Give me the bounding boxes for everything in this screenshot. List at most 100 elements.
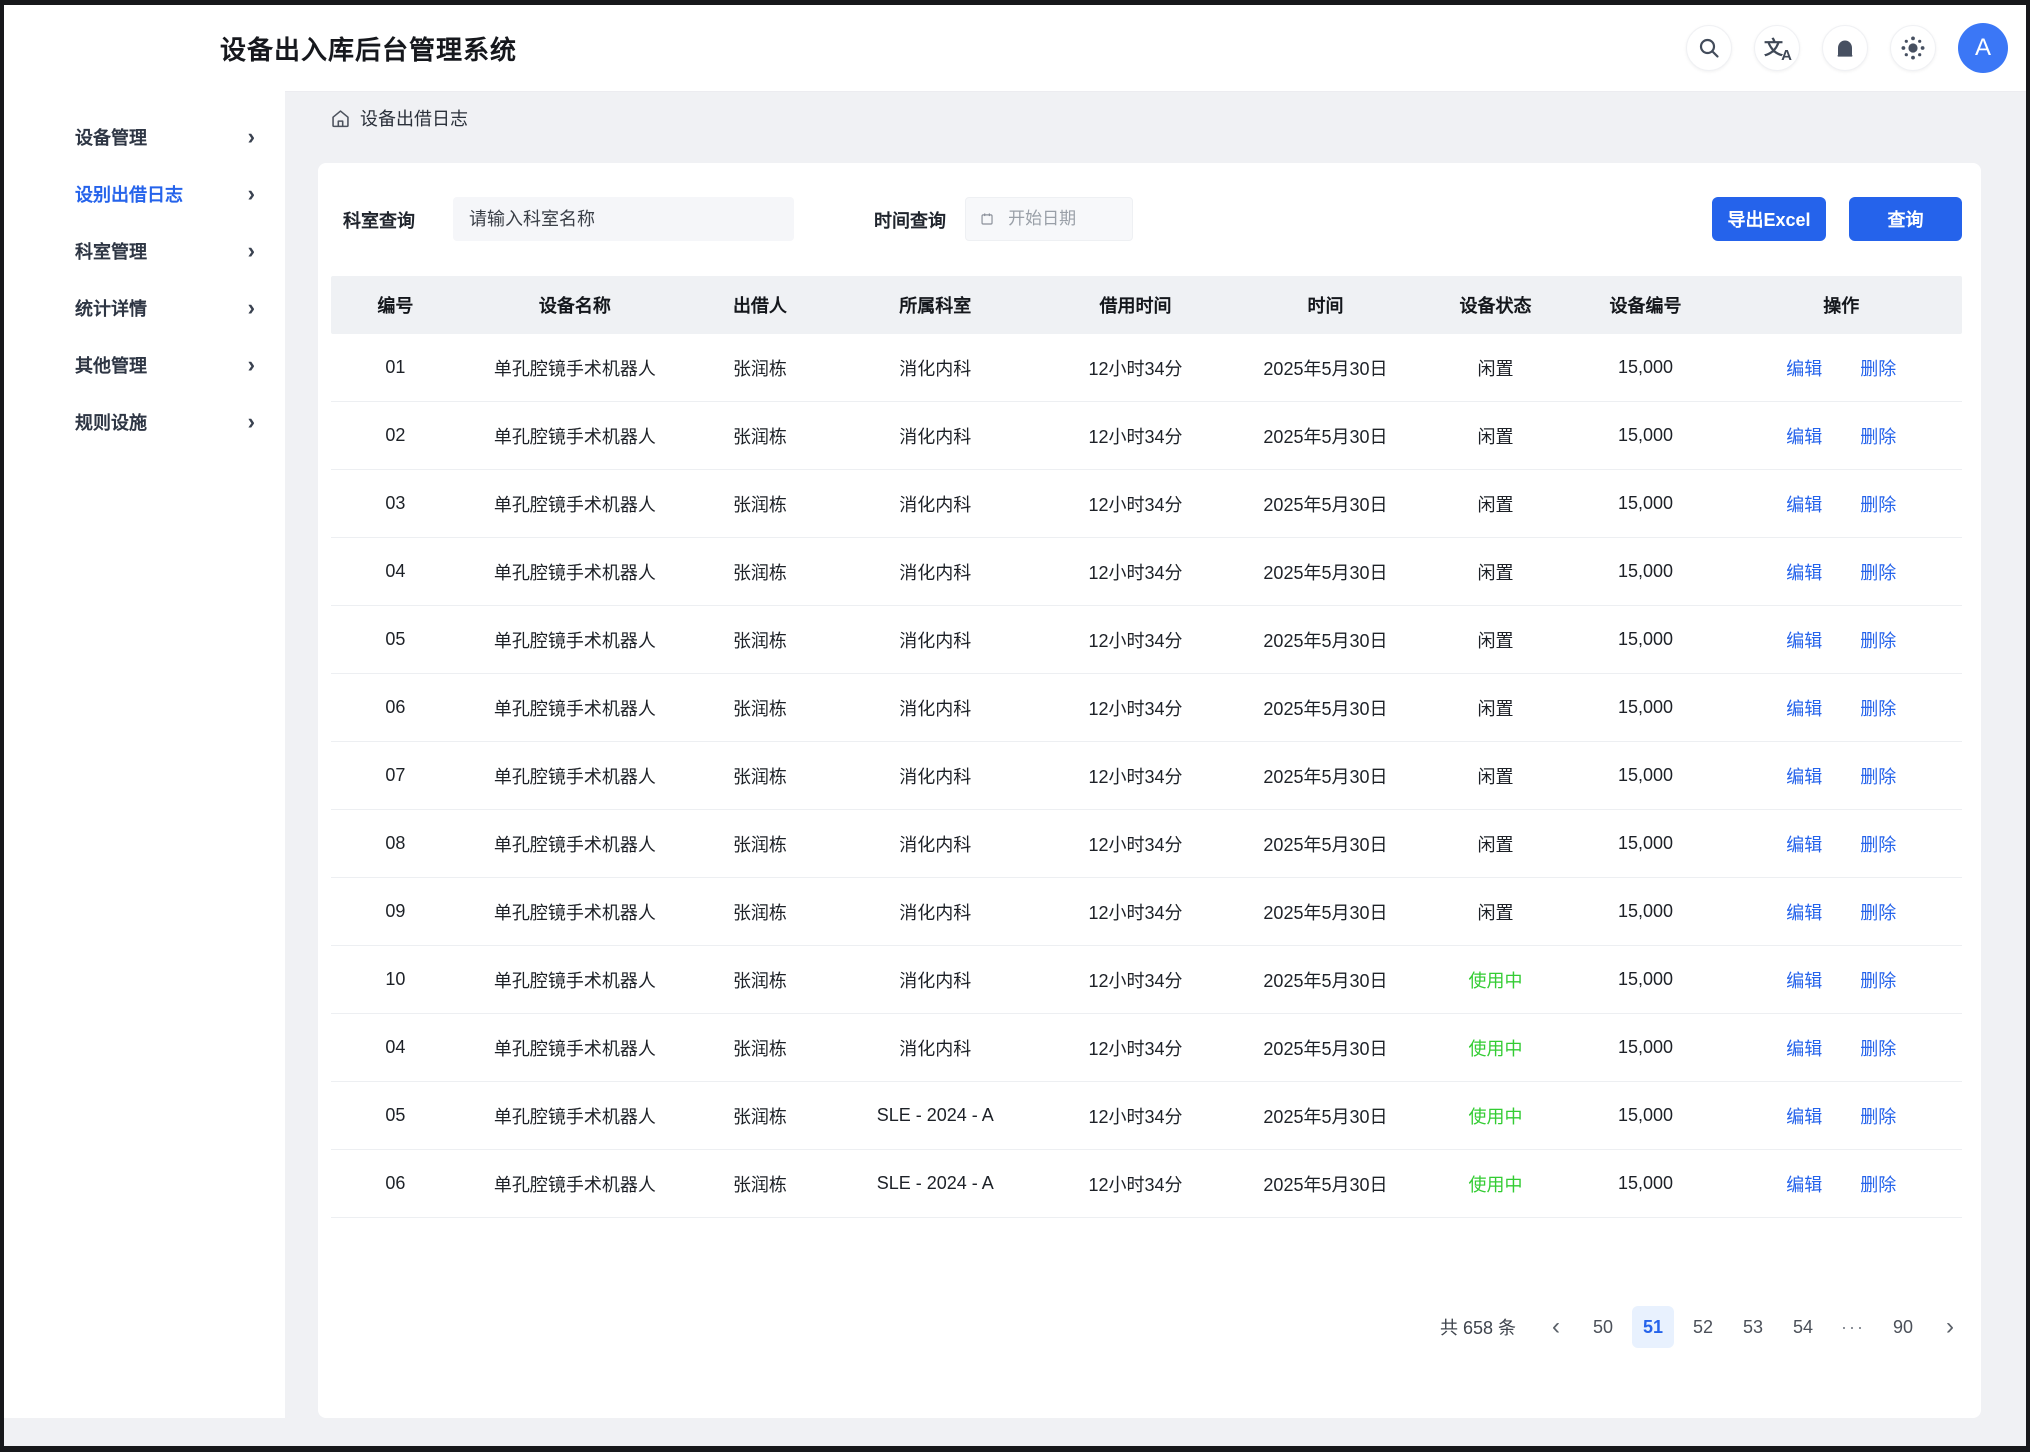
page-number[interactable]: 50 <box>1582 1306 1624 1348</box>
table-row: 04单孔腔镜手术机器人张润栋消化内科12小时34分2025年5月30日闲置15,… <box>331 538 1962 606</box>
cell-borrower: 张润栋 <box>690 878 830 945</box>
sidebar-nav: 设备管理设别出借日志科室管理统计详情其他管理规则设施 <box>4 91 285 450</box>
device-log-table: 编号设备名称出借人所属科室借用时间时间设备状态设备编号操作 01单孔腔镜手术机器… <box>331 276 1962 1218</box>
theme-icon[interactable] <box>1890 25 1936 71</box>
cell-dept: 消化内科 <box>830 810 1040 877</box>
edit-link[interactable]: 编辑 <box>1786 899 1822 925</box>
cell-duration: 12小时34分 <box>1040 878 1230 945</box>
delete-link[interactable]: 删除 <box>1860 763 1896 789</box>
edit-link[interactable]: 编辑 <box>1786 491 1822 517</box>
prev-page-icon[interactable]: ‹ <box>1538 1307 1574 1347</box>
export-excel-button[interactable]: 导出Excel <box>1712 197 1826 241</box>
cell-name: 单孔腔镜手术机器人 <box>460 742 690 809</box>
cell-status: 闲置 <box>1420 538 1570 605</box>
delete-link[interactable]: 删除 <box>1860 559 1896 585</box>
page-number[interactable]: 52 <box>1682 1306 1724 1348</box>
delete-link[interactable]: 删除 <box>1860 491 1896 517</box>
cell-actions: 编辑 删除 <box>1721 946 1962 1013</box>
cell-name: 单孔腔镜手术机器人 <box>460 810 690 877</box>
delete-link[interactable]: 删除 <box>1860 1103 1896 1129</box>
delete-link[interactable]: 删除 <box>1860 831 1896 857</box>
breadcrumb-label[interactable]: 设备出借日志 <box>360 105 468 131</box>
cell-date: 2025年5月30日 <box>1230 334 1420 401</box>
sidebar-item-4[interactable]: 统计详情 <box>4 279 285 336</box>
cell-date: 2025年5月30日 <box>1230 674 1420 741</box>
edit-link[interactable]: 编辑 <box>1786 967 1822 993</box>
cell-no: 05 <box>331 1082 460 1149</box>
column-header: 设备状态 <box>1420 276 1570 334</box>
notification-icon[interactable] <box>1822 25 1868 71</box>
cell-status: 使用中 <box>1420 1014 1570 1081</box>
query-button[interactable]: 查询 <box>1849 197 1962 241</box>
cell-dept: 消化内科 <box>830 470 1040 537</box>
sidebar-item-2[interactable]: 设别出借日志 <box>4 165 285 222</box>
cell-borrower: 张润栋 <box>690 538 830 605</box>
date-picker[interactable] <box>965 197 1133 241</box>
cell-dept: 消化内科 <box>830 402 1040 469</box>
edit-link[interactable]: 编辑 <box>1786 559 1822 585</box>
edit-link[interactable]: 编辑 <box>1786 763 1822 789</box>
next-page-icon[interactable]: › <box>1932 1307 1968 1347</box>
search-icon[interactable] <box>1686 25 1732 71</box>
cell-code: 15,000 <box>1571 402 1721 469</box>
edit-link[interactable]: 编辑 <box>1786 1171 1822 1197</box>
cell-date: 2025年5月30日 <box>1230 742 1420 809</box>
edit-link[interactable]: 编辑 <box>1786 695 1822 721</box>
edit-link[interactable]: 编辑 <box>1786 627 1822 653</box>
sidebar-item-5[interactable]: 其他管理 <box>4 336 285 393</box>
delete-link[interactable]: 删除 <box>1860 1035 1896 1061</box>
dept-search-input[interactable] <box>453 197 794 241</box>
delete-link[interactable]: 删除 <box>1860 967 1896 993</box>
table-row: 01单孔腔镜手术机器人张润栋消化内科12小时34分2025年5月30日闲置15,… <box>331 334 1962 402</box>
sidebar-item-1[interactable]: 设备管理 <box>4 108 285 165</box>
page-number[interactable]: 53 <box>1732 1306 1774 1348</box>
edit-link[interactable]: 编辑 <box>1786 1035 1822 1061</box>
sidebar-item-3[interactable]: 科室管理 <box>4 222 285 279</box>
column-header: 所属科室 <box>830 276 1040 334</box>
cell-duration: 12小时34分 <box>1040 1082 1230 1149</box>
delete-link[interactable]: 删除 <box>1860 355 1896 381</box>
cell-code: 15,000 <box>1571 674 1721 741</box>
cell-date: 2025年5月30日 <box>1230 538 1420 605</box>
cell-name: 单孔腔镜手术机器人 <box>460 1014 690 1081</box>
cell-date: 2025年5月30日 <box>1230 1082 1420 1149</box>
cell-name: 单孔腔镜手术机器人 <box>460 878 690 945</box>
start-date-input[interactable] <box>1006 208 1118 230</box>
page-number[interactable]: 54 <box>1782 1306 1824 1348</box>
page-number[interactable]: 90 <box>1882 1306 1924 1348</box>
app-header: 设备出入库后台管理系统 文 A <box>4 5 2026 92</box>
delete-link[interactable]: 删除 <box>1860 695 1896 721</box>
edit-link[interactable]: 编辑 <box>1786 1103 1822 1129</box>
cell-status: 闲置 <box>1420 470 1570 537</box>
translate-glyph-main: 文 <box>1764 33 1783 60</box>
avatar[interactable]: A <box>1958 23 2008 73</box>
cell-actions: 编辑 删除 <box>1721 470 1962 537</box>
cell-code: 15,000 <box>1571 1014 1721 1081</box>
sidebar: 设备管理设别出借日志科室管理统计详情其他管理规则设施 <box>4 91 285 1418</box>
cell-date: 2025年5月30日 <box>1230 470 1420 537</box>
header-icons: 文 A A <box>1686 5 2008 91</box>
cell-no: 06 <box>331 674 460 741</box>
cell-name: 单孔腔镜手术机器人 <box>460 538 690 605</box>
cell-dept: 消化内科 <box>830 742 1040 809</box>
cell-status: 闲置 <box>1420 402 1570 469</box>
delete-link[interactable]: 删除 <box>1860 899 1896 925</box>
edit-link[interactable]: 编辑 <box>1786 831 1822 857</box>
cell-code: 15,000 <box>1571 878 1721 945</box>
translate-icon[interactable]: 文 A <box>1754 25 1800 71</box>
cell-no: 03 <box>331 470 460 537</box>
table-row: 07单孔腔镜手术机器人张润栋消化内科12小时34分2025年5月30日闲置15,… <box>331 742 1962 810</box>
cell-actions: 编辑 删除 <box>1721 1150 1962 1217</box>
page-number[interactable]: 51 <box>1632 1306 1674 1348</box>
edit-link[interactable]: 编辑 <box>1786 423 1822 449</box>
cell-no: 10 <box>331 946 460 1013</box>
delete-link[interactable]: 删除 <box>1860 627 1896 653</box>
delete-link[interactable]: 删除 <box>1860 1171 1896 1197</box>
cell-borrower: 张润栋 <box>690 1014 830 1081</box>
cell-actions: 编辑 删除 <box>1721 334 1962 401</box>
sidebar-item-6[interactable]: 规则设施 <box>4 393 285 450</box>
edit-link[interactable]: 编辑 <box>1786 355 1822 381</box>
cell-duration: 12小时34分 <box>1040 334 1230 401</box>
delete-link[interactable]: 删除 <box>1860 423 1896 449</box>
cell-dept: 消化内科 <box>830 1014 1040 1081</box>
